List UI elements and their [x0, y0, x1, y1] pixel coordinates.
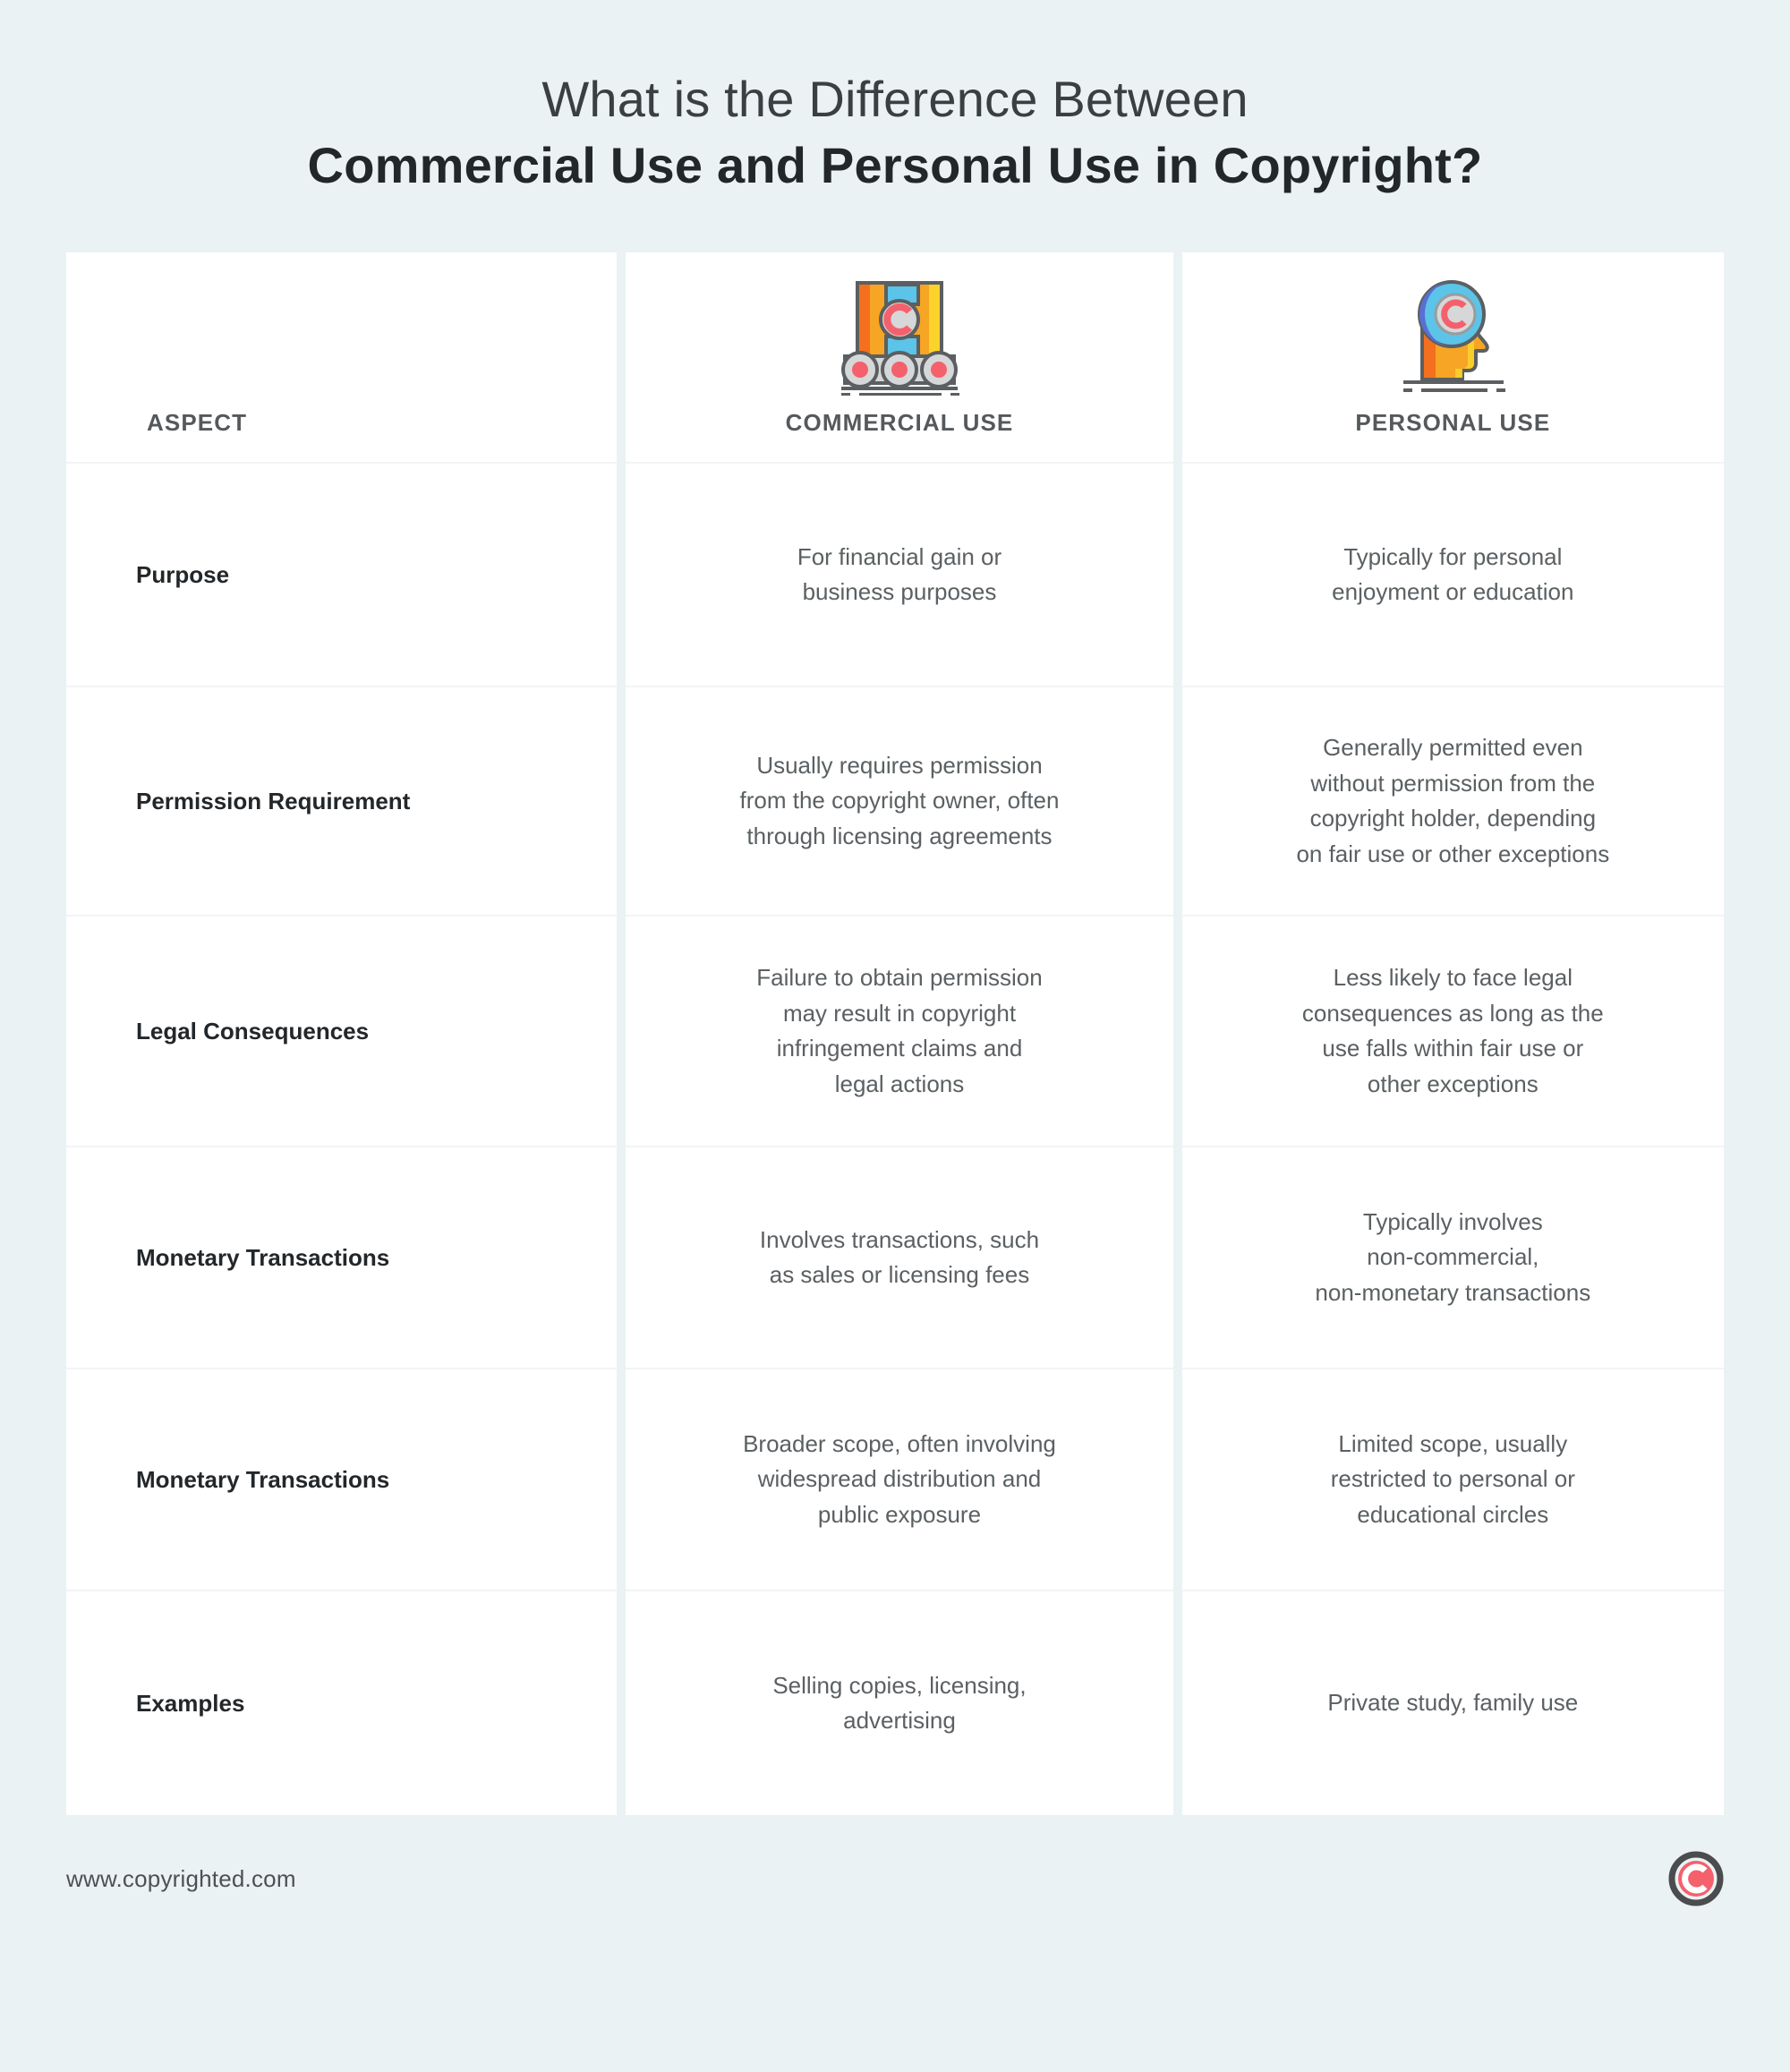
personal-use-value: Less likely to face legal consequences a…	[1301, 964, 1604, 1097]
page-title-line-1: What is the Difference Between	[541, 71, 1249, 127]
aspect-label: Monetary Transactions	[136, 1465, 390, 1493]
commercial-use-value: Involves transactions, such as sales or …	[759, 1225, 1040, 1289]
column-header-label-commercial-use: COMMERCIAL USE	[785, 409, 1014, 437]
personal-use-value: Limited scope, usually restricted to per…	[1330, 1429, 1575, 1528]
table-row: Limited scope, usually restricted to per…	[1181, 1368, 1724, 1590]
table-row: For financial gain or business purposes	[626, 462, 1173, 686]
aspect-label: Permission Requirement	[136, 787, 411, 814]
commercial-use-value: Usually requires permission from the cop…	[739, 751, 1060, 849]
table-row: Involves transactions, such as sales or …	[626, 1146, 1173, 1368]
aspect-label: Purpose	[136, 560, 230, 588]
table-row: Examples	[66, 1590, 618, 1815]
table-row: Generally permitted even without permiss…	[1181, 686, 1724, 915]
aspect-label: Monetary Transactions	[136, 1243, 390, 1271]
commercial-use-value: Broader scope, often involving widesprea…	[743, 1429, 1056, 1528]
table-row: Typically for personal enjoyment or educ…	[1181, 462, 1724, 686]
copyright-c-logo-icon	[1668, 1851, 1724, 1906]
commercial-use-value: Selling copies, licensing, advertising	[772, 1671, 1027, 1735]
table-row: Monetary Transactions	[66, 1368, 618, 1590]
column-personal-use: PERSONAL USE Typically for personal enjo…	[1181, 252, 1724, 1816]
table-row: Permission Requirement	[66, 686, 618, 915]
page-title: What is the Difference Between Commercia…	[0, 0, 1790, 195]
aspect-label: Examples	[136, 1689, 245, 1717]
table-row: Monetary Transactions	[66, 1146, 618, 1368]
personal-use-value: Typically for personal enjoyment or educ…	[1332, 542, 1574, 606]
table-row: Legal Consequences	[66, 915, 618, 1146]
column-header-personal-use: PERSONAL USE	[1182, 252, 1724, 462]
table-row: Selling copies, licensing, advertising	[626, 1590, 1173, 1815]
head-copyright-icon	[1182, 272, 1724, 397]
table-row: Failure to obtain permission may result …	[626, 915, 1173, 1146]
footer: www.copyrighted.com	[66, 1851, 1724, 1906]
table-row: Broader scope, often involving widesprea…	[626, 1368, 1173, 1590]
table-row: Less likely to face legal consequences a…	[1181, 915, 1724, 1146]
aspect-label: Legal Consequences	[136, 1017, 370, 1045]
comparison-table: ASPECT Purpose Permission Requirement Le…	[66, 252, 1724, 1816]
conveyor-box-copyright-icon	[626, 272, 1172, 397]
table-row: Typically involves non-commercial, non-m…	[1181, 1146, 1724, 1368]
page-title-line-2: Commercial Use and Personal Use in Copyr…	[307, 137, 1483, 194]
commercial-use-value: For financial gain or business purposes	[797, 542, 1002, 606]
table-row: Purpose	[66, 462, 618, 686]
column-commercial-use: COMMERCIAL USE For financial gain or bus…	[626, 252, 1173, 1816]
column-header-label-personal-use: PERSONAL USE	[1355, 409, 1551, 437]
table-row: Private study, family use	[1181, 1590, 1724, 1815]
footer-website-url: www.copyrighted.com	[66, 1864, 296, 1892]
column-header-aspect: ASPECT	[66, 252, 617, 462]
personal-use-value: Typically involves non-commercial, non-m…	[1315, 1207, 1591, 1306]
commercial-use-value: Failure to obtain permission may result …	[756, 964, 1043, 1097]
table-row: Usually requires permission from the cop…	[626, 686, 1173, 915]
column-header-commercial-use: COMMERCIAL USE	[626, 252, 1172, 462]
column-header-label-aspect: ASPECT	[147, 409, 248, 437]
personal-use-value: Generally permitted even without permiss…	[1296, 734, 1610, 867]
column-aspect: ASPECT Purpose Permission Requirement Le…	[66, 252, 618, 1816]
personal-use-value: Private study, family use	[1327, 1689, 1579, 1717]
